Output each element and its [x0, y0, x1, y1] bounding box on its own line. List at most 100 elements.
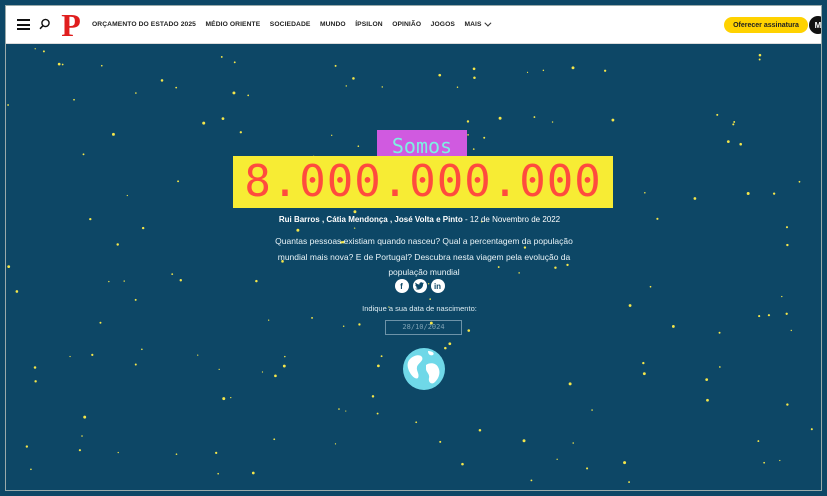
star [221, 117, 225, 120]
star [91, 353, 94, 357]
star [429, 298, 431, 300]
star [758, 58, 761, 61]
star [757, 440, 760, 442]
star [82, 153, 85, 156]
nav-item-mais-label: MAIS [464, 21, 482, 28]
star [556, 458, 558, 460]
nav-item-mundo[interactable]: MUNDO [320, 21, 346, 28]
star [586, 467, 589, 470]
nav-item-sociedade[interactable]: SOCIEDADE [270, 21, 311, 28]
star [671, 325, 675, 328]
main-nav: ORÇAMENTO DO ESTADO 2025 MÉDIO ORIENTE S… [92, 6, 498, 43]
star [726, 140, 730, 143]
star [141, 348, 143, 351]
nav-item-orcamento[interactable]: ORÇAMENTO DO ESTADO 2025 [92, 21, 196, 28]
star [380, 355, 383, 358]
hamburger-menu-icon[interactable] [17, 19, 30, 30]
star [572, 442, 574, 444]
star [134, 298, 137, 301]
star [732, 123, 735, 126]
star [798, 180, 801, 183]
star [472, 67, 476, 71]
star [357, 145, 360, 148]
star [438, 73, 442, 77]
star [7, 104, 9, 106]
star [220, 55, 223, 58]
star [591, 409, 593, 411]
star [767, 314, 771, 317]
dob-input[interactable]: 28/10/2024 [385, 320, 462, 335]
star [786, 403, 789, 406]
star [533, 116, 536, 118]
star [34, 48, 36, 50]
star [790, 329, 792, 332]
star [353, 210, 357, 214]
star [342, 325, 345, 327]
star [706, 398, 709, 402]
star [233, 61, 236, 64]
nav-item-mais[interactable]: MAIS [464, 19, 492, 28]
star [273, 438, 276, 441]
star [160, 79, 164, 82]
search-icon[interactable] [39, 18, 51, 30]
star [377, 364, 380, 368]
publish-date: - 12 de Novembro de 2022 [462, 215, 561, 224]
globe-icon[interactable] [402, 347, 446, 391]
star [571, 66, 575, 70]
star [628, 481, 630, 483]
star [644, 192, 646, 194]
star [175, 453, 178, 455]
star [352, 77, 355, 80]
nav-item-opiniao[interactable]: OPINIÃO [392, 21, 421, 28]
star [642, 361, 645, 365]
star [705, 378, 709, 381]
star [57, 62, 61, 66]
star [81, 435, 83, 437]
star [461, 462, 464, 466]
star [215, 451, 218, 454]
lead-paragraph: Quantas pessoas existiam quando nasceu? … [275, 236, 573, 277]
star [758, 53, 762, 57]
star [34, 380, 37, 383]
star [467, 329, 471, 332]
nav-item-jogos[interactable]: JOGOS [431, 21, 455, 28]
star [334, 64, 337, 67]
star [472, 148, 475, 150]
star [251, 471, 255, 475]
star [733, 120, 736, 123]
social-share: f in [6, 279, 821, 293]
subscribe-button[interactable]: Oferecer assinatura [724, 17, 808, 33]
star [100, 64, 103, 67]
population-number: 8.000.000.000 [233, 156, 613, 208]
star [345, 410, 347, 412]
star [448, 342, 452, 346]
linkedin-icon[interactable]: in [430, 279, 445, 293]
authors[interactable]: Rui Barros , Cátia Mendonça , José Volta… [279, 215, 463, 224]
svg-text:P: P [61, 9, 81, 40]
twitter-icon[interactable] [412, 279, 427, 293]
star [42, 50, 45, 53]
star [376, 412, 379, 415]
star [30, 468, 32, 471]
star [758, 315, 761, 318]
star [311, 316, 313, 319]
star [99, 321, 102, 324]
star [134, 363, 137, 366]
star [7, 265, 11, 269]
star [693, 197, 697, 200]
facebook-icon[interactable]: f [394, 279, 409, 293]
star [116, 243, 119, 246]
dob-label: Indique a sua data de nascimento: [362, 304, 477, 313]
star [371, 395, 375, 398]
user-avatar[interactable]: M [809, 16, 821, 34]
star [218, 368, 220, 371]
star [284, 355, 286, 358]
star [781, 295, 783, 298]
star [217, 472, 219, 475]
star [716, 113, 719, 116]
star [73, 98, 75, 101]
nav-item-medio-oriente[interactable]: MÉDIO ORIENTE [205, 21, 260, 28]
nav-item-ipsilon[interactable]: ÍPSILON [355, 21, 382, 28]
publico-logo[interactable]: P [60, 9, 82, 40]
star [381, 86, 384, 88]
